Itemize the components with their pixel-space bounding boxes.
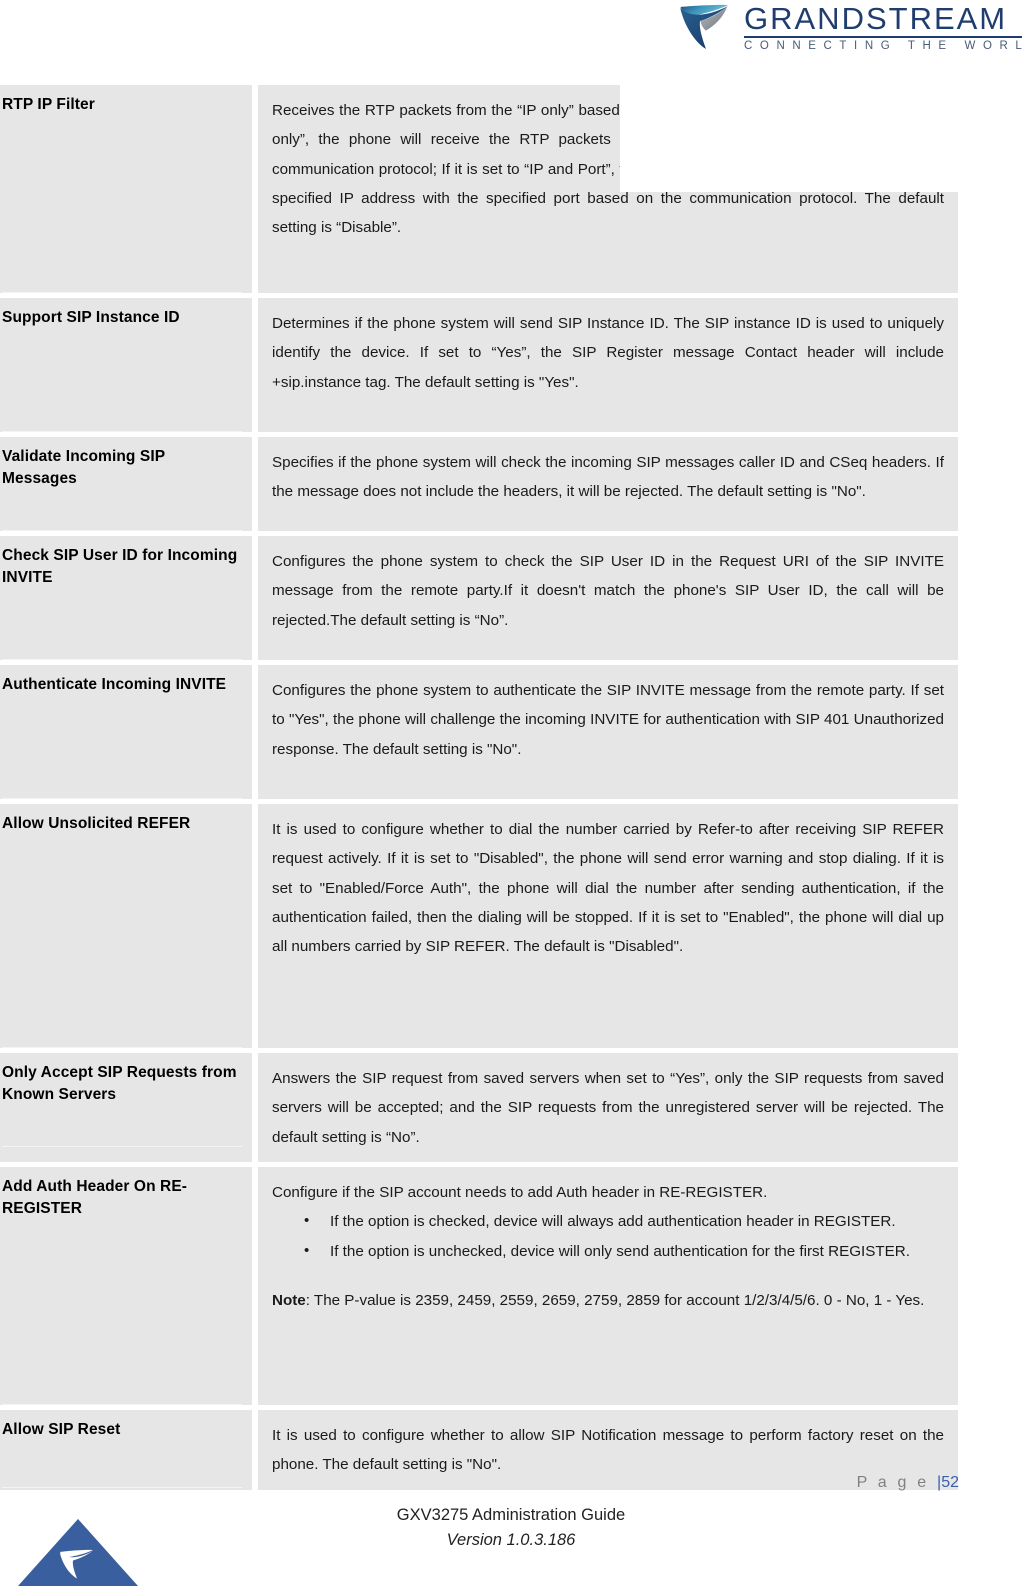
table-cell-label: Only Accept SIP Requests from Known Serv…: [0, 1053, 258, 1167]
label-divider: [2, 530, 242, 531]
grandstream-logo: GRANDSTREAM CONNECTING THE WORLD: [678, 2, 1022, 52]
page-footer: P a g e |52 GXV3275 Administration Guide…: [0, 1455, 1022, 1586]
table-row: Support SIP Instance ID Determines if th…: [0, 298, 958, 437]
setting-name: Validate Incoming SIP Messages: [2, 448, 165, 487]
list-item: If the option is checked, device will al…: [272, 1207, 944, 1236]
table-cell-label: Validate Incoming SIP Messages: [0, 437, 258, 536]
label-divider: [2, 431, 242, 432]
label-divider: [2, 798, 242, 799]
description-note: Note: The P-value is 2359, 2459, 2559, 2…: [272, 1286, 944, 1315]
setting-name: Check SIP User ID for Incoming INVITE: [2, 547, 238, 586]
table-cell-label: Allow Unsolicited REFER: [0, 804, 258, 1053]
note-label: Note: [272, 1291, 306, 1309]
table-cell-label: Authenticate Incoming INVITE: [0, 665, 258, 804]
table-row: Allow Unsolicited REFER It is used to co…: [0, 804, 958, 1053]
table-cell-description: Determines if the phone system will send…: [258, 298, 958, 437]
label-divider: [2, 292, 242, 293]
label-divider: [2, 1047, 242, 1048]
table-row: Add Auth Header On RE-REGISTER Configure…: [0, 1166, 958, 1410]
setting-name: Authenticate Incoming INVITE: [2, 676, 227, 693]
grandstream-swoosh-icon: [680, 4, 728, 49]
page-number-value: |52: [937, 1474, 959, 1491]
table-cell-description: Answers the SIP request from saved serve…: [258, 1053, 958, 1167]
logo-divider: [744, 35, 1022, 38]
table-cell-description: Configure if the SIP account needs to ad…: [258, 1166, 958, 1410]
table-cell-label: RTP IP Filter: [0, 85, 258, 298]
settings-description-table: RTP IP Filter Receives the RTP packets f…: [0, 85, 958, 1495]
list-item: If the option is unchecked, device will …: [272, 1237, 944, 1266]
table-cell-description: It is used to configure whether to dial …: [258, 804, 958, 1053]
setting-description: It is used to configure whether to dial …: [272, 821, 944, 956]
setting-name: Allow Unsolicited REFER: [2, 815, 191, 832]
footer-center-block: GXV3275 Administration Guide Version 1.0…: [0, 1503, 1022, 1553]
label-divider: [2, 1403, 242, 1405]
setting-name: RTP IP Filter: [2, 96, 95, 113]
table-row: Authenticate Incoming INVITE Configures …: [0, 665, 958, 804]
table-cell-description: Configures the phone system to authentic…: [258, 665, 958, 804]
note-text: : The P-value is 2359, 2459, 2559, 2659,…: [305, 1291, 925, 1309]
table-row: Only Accept SIP Requests from Known Serv…: [0, 1053, 958, 1167]
table-cell-description: Specifies if the phone system will check…: [258, 437, 958, 536]
page-word: P a g e: [856, 1474, 938, 1491]
setting-name: Only Accept SIP Requests from Known Serv…: [2, 1064, 237, 1103]
description-bullet-list: If the option is checked, device will al…: [272, 1207, 944, 1266]
table-cell-label: Check SIP User ID for Incoming INVITE: [0, 536, 258, 665]
setting-description: Determines if the phone system will send…: [272, 315, 944, 391]
setting-description: Configure if the SIP account needs to ad…: [272, 1183, 768, 1201]
header-logo-block: GRANDSTREAM CONNECTING THE WORLD: [620, 0, 1022, 192]
table-row: Check SIP User ID for Incoming INVITE Co…: [0, 536, 958, 665]
document-title: GXV3275 Administration Guide: [396, 1506, 626, 1524]
table-cell-label: Add Auth Header On RE-REGISTER: [0, 1166, 258, 1410]
grandstream-triangle-icon: [18, 1519, 138, 1586]
table-row: Validate Incoming SIP Messages Specifies…: [0, 437, 958, 536]
table-cell-description: Configures the phone system to check the…: [258, 536, 958, 665]
setting-name: Add Auth Header On RE-REGISTER: [2, 1177, 188, 1217]
table-cell-label: Support SIP Instance ID: [0, 298, 258, 437]
setting-description: Specifies if the phone system will check…: [272, 454, 944, 501]
setting-description: Configures the phone system to authentic…: [272, 682, 944, 758]
setting-description: Answers the SIP request from saved serve…: [272, 1070, 944, 1146]
label-divider: [2, 659, 242, 660]
label-divider: [2, 1146, 242, 1147]
page-number: P a g e |52: [857, 1474, 959, 1492]
logo-tagline: CONNECTING THE WORLD: [744, 39, 1022, 52]
logo-wordmark: GRANDSTREAM: [744, 1, 1008, 36]
setting-description: Configures the phone system to check the…: [272, 553, 944, 629]
setting-name: Support SIP Instance ID: [2, 309, 180, 326]
document-version: Version 1.0.3.186: [446, 1530, 576, 1549]
